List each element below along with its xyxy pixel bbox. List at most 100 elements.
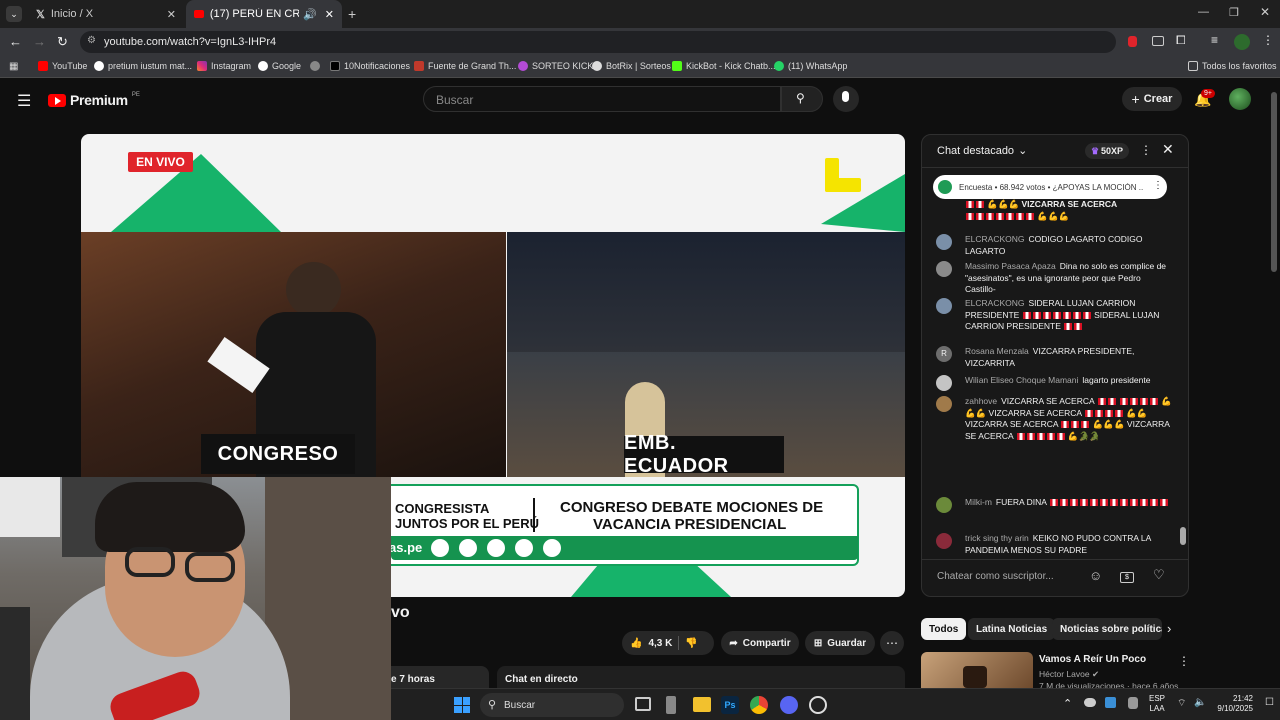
chip-politics-news[interactable]: Noticias sobre política — [1052, 618, 1162, 640]
extensions-puzzle-icon[interactable]: ⧠ — [1176, 33, 1186, 48]
related-channel[interactable]: Héctor Lavoe ✔ — [1039, 669, 1099, 680]
file-explorer-icon[interactable] — [693, 697, 711, 712]
like-count[interactable]: 4,3 K — [648, 638, 672, 649]
emoji-icon[interactable]: ☺ — [1089, 568, 1102, 583]
app-icon[interactable] — [666, 696, 676, 714]
chat-input[interactable]: Chatear como suscriptor... — [937, 571, 1085, 582]
voice-search-button[interactable] — [833, 86, 859, 112]
chat-author[interactable]: zahhove — [965, 396, 997, 406]
tab-inicio-x[interactable]: 𝕏 Inicio / X ✕ — [28, 0, 184, 28]
chat-author[interactable]: trick sing thy arin — [965, 533, 1029, 543]
related-video-title[interactable]: Vamos A Reír Un Poco — [1039, 654, 1146, 665]
url-field[interactable]: ⚙ youtube.com/watch?v=IgnL3-IHPr4 — [80, 31, 1116, 53]
notification-center-icon[interactable]: ☐ — [1265, 697, 1274, 708]
bookmark-youtube[interactable]: YouTube — [38, 61, 87, 71]
reload-icon[interactable]: ↻ — [57, 34, 68, 50]
tab-close-icon[interactable]: ✕ — [167, 8, 176, 21]
tab-search-icon[interactable]: ⌄ — [6, 6, 22, 22]
related-thumbnail[interactable] — [921, 652, 1033, 688]
like-icon[interactable]: 👍 — [630, 638, 642, 649]
bookmark-whatsapp[interactable]: (11) WhatsApp — [774, 61, 847, 71]
bookmark-google[interactable]: Google — [258, 61, 301, 71]
more-actions-icon[interactable]: ⋯ — [880, 631, 904, 655]
discord-icon[interactable] — [780, 696, 798, 714]
live-chat-replay-header[interactable]: Chat en directo — [497, 666, 905, 688]
volume-icon[interactable]: 🔈 — [1194, 697, 1206, 708]
user-avatar[interactable]: R — [936, 346, 952, 362]
tray-mic-icon[interactable] — [1128, 697, 1138, 709]
profile-avatar[interactable] — [1234, 34, 1250, 50]
search-button[interactable]: ⚲ — [781, 86, 823, 112]
taskbar-search[interactable]: ⚲ Buscar — [480, 693, 624, 717]
apps-grid-icon[interactable]: ▦ — [9, 61, 18, 72]
extension-red-icon[interactable] — [1128, 36, 1137, 47]
restore-icon[interactable]: ❐ — [1229, 6, 1239, 19]
forward-icon[interactable]: → — [33, 34, 46, 49]
bookmark-10notificaciones[interactable]: 10Notificaciones — [330, 61, 410, 71]
chat-author[interactable]: Rosana Menzala — [965, 346, 1029, 356]
search-input[interactable]: Buscar — [423, 86, 781, 112]
page-scrollbar[interactable] — [1271, 92, 1277, 272]
user-avatar[interactable] — [936, 234, 952, 250]
chat-scrollbar[interactable] — [1180, 171, 1186, 554]
site-info-icon[interactable]: ⚙ — [87, 35, 96, 46]
share-button[interactable]: ➦ Compartir — [721, 631, 799, 655]
bookmark-sorteo-kick[interactable]: SORTEO KICK — [518, 61, 593, 71]
obs-icon[interactable] — [809, 696, 827, 714]
bookmark-grand-theft[interactable]: Fuente de Grand Th... — [414, 61, 516, 71]
minimize-icon[interactable]: — — [1198, 6, 1209, 18]
heart-icon[interactable]: ♡ — [1153, 567, 1165, 583]
task-view-icon[interactable] — [635, 697, 651, 711]
bookmark-instagram[interactable]: Instagram — [197, 61, 251, 71]
wifi-icon[interactable]: ⌔ — [1177, 697, 1186, 710]
reading-list-icon[interactable]: ≡ — [1211, 33, 1218, 47]
dislike-icon[interactable]: 👎 — [685, 638, 697, 649]
save-button[interactable]: ⊞ Guardar — [805, 631, 875, 655]
scrollbar-thumb[interactable] — [1180, 527, 1186, 545]
user-avatar[interactable] — [936, 396, 952, 412]
bookmark-pretium[interactable]: pretium iustum mat... — [94, 61, 192, 71]
clock[interactable]: 21:42 9/10/2025 — [1211, 694, 1253, 714]
chip-all[interactable]: Todos — [921, 618, 967, 640]
tray-chevron-icon[interactable]: ⌃ — [1063, 697, 1072, 710]
new-tab-icon[interactable]: + — [348, 6, 356, 22]
create-button[interactable]: + Crear — [1122, 87, 1182, 111]
tab-close-icon[interactable]: ✕ — [325, 8, 334, 21]
language-indicator[interactable]: ESP LAA — [1149, 694, 1165, 714]
bookmark-botrix[interactable]: BotRix | Sorteos — [592, 61, 671, 71]
chat-author[interactable]: ELCRACKONG — [965, 298, 1025, 308]
tray-app-icon[interactable] — [1105, 697, 1116, 708]
user-avatar[interactable] — [936, 375, 952, 391]
user-avatar[interactable] — [936, 497, 952, 513]
extension-card-icon[interactable] — [1152, 36, 1164, 46]
chat-author[interactable]: Wilian Eliseo Choque Mamani — [965, 375, 1078, 385]
related-menu-icon[interactable]: ⋮ — [1178, 654, 1190, 668]
account-avatar[interactable] — [1229, 88, 1251, 110]
user-avatar[interactable] — [936, 533, 952, 549]
tab-youtube-video[interactable]: (17) PERÚ EN CRISIS: FUER 🔊 ✕ — [186, 0, 342, 28]
photoshop-icon[interactable]: Ps — [721, 696, 739, 714]
chat-close-icon[interactable]: ✕ — [1162, 141, 1174, 158]
bookmark-kickbot[interactable]: KickBot - Kick Chatb... — [672, 61, 776, 71]
onedrive-icon[interactable] — [1084, 698, 1096, 707]
chrome-menu-icon[interactable]: ⋮ — [1262, 33, 1274, 47]
user-avatar[interactable] — [936, 298, 952, 314]
xp-badge[interactable]: ♛ 50XP — [1085, 143, 1129, 159]
hamburger-menu-icon[interactable]: ☰ — [17, 91, 31, 111]
chip-latina-noticias[interactable]: Latina Noticias — [968, 618, 1056, 640]
chat-mode-dropdown[interactable]: Chat destacado ⌄ — [937, 144, 1027, 158]
chrome-icon[interactable] — [750, 696, 768, 714]
chat-author[interactable]: Massimo Pasaca Apaza — [965, 261, 1056, 271]
close-window-icon[interactable]: ✕ — [1260, 5, 1270, 19]
chips-next-icon[interactable]: › — [1167, 621, 1171, 636]
chat-author[interactable]: ELCRACKONG — [965, 234, 1025, 244]
speaker-icon[interactable]: 🔊 — [303, 8, 317, 21]
chat-author[interactable]: Milki-m — [965, 497, 992, 507]
super-chat-icon[interactable]: $ — [1120, 572, 1134, 583]
windows-start-icon[interactable] — [454, 697, 470, 713]
all-favorites[interactable]: Todos los favoritos — [1188, 61, 1277, 71]
chat-menu-icon[interactable]: ⋮ — [1140, 143, 1152, 157]
back-icon[interactable]: ← — [9, 34, 22, 49]
user-avatar[interactable] — [936, 261, 952, 277]
youtube-premium-logo[interactable]: Premium PE — [48, 92, 140, 108]
